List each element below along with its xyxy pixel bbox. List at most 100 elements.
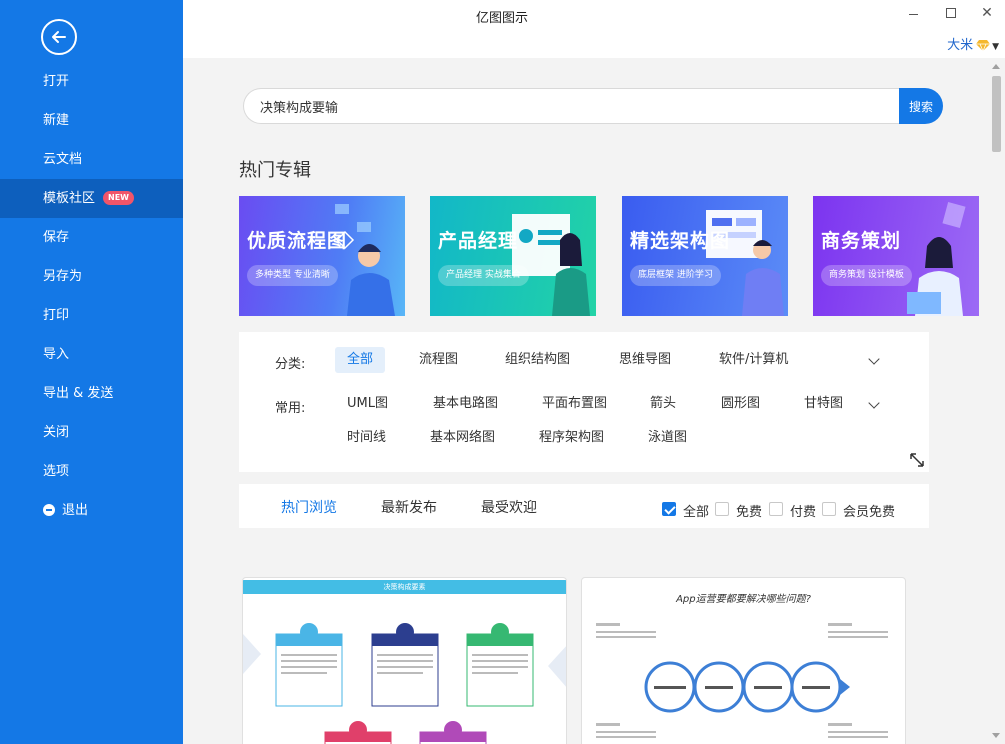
maximize-icon[interactable] bbox=[944, 6, 958, 20]
checkbox-paid-label: 付费 bbox=[790, 505, 817, 520]
menu-new-label: 新建 bbox=[43, 113, 70, 128]
chevron-down-icon[interactable] bbox=[869, 355, 881, 367]
menu-import[interactable]: 导入 bbox=[0, 335, 183, 374]
search-bar: 搜索 bbox=[243, 88, 943, 124]
product-manager-illustration-icon bbox=[512, 214, 590, 316]
menu-export-send[interactable]: 导出 & 发送 bbox=[0, 374, 183, 413]
banner-architecture-subtitle: 底层框架 进阶学习 bbox=[630, 265, 721, 286]
common-uml[interactable]: UML图 bbox=[335, 391, 400, 417]
vip-diamond-icon bbox=[976, 40, 991, 51]
tab-latest[interactable]: 最新发布 bbox=[381, 497, 437, 517]
banner-architecture-title: 精选架构图 bbox=[630, 230, 731, 252]
banner-business-planning-title: 商务策划 bbox=[821, 230, 902, 252]
vertical-scrollbar[interactable] bbox=[988, 58, 1005, 744]
checkbox-all[interactable] bbox=[662, 502, 676, 516]
menu-save[interactable]: 保存 bbox=[0, 218, 183, 257]
common-circuit[interactable]: 基本电路图 bbox=[421, 391, 510, 417]
common-arrow[interactable]: 箭头 bbox=[638, 391, 688, 417]
template-card[interactable]: 决策构成要素 bbox=[242, 577, 567, 744]
app-title: 亿图图示 bbox=[475, 11, 528, 26]
menu-export-send-label: 导出 & 发送 bbox=[43, 386, 114, 401]
new-badge: NEW bbox=[103, 190, 134, 205]
template-preview-image bbox=[596, 623, 888, 738]
menu-open-label: 打开 bbox=[43, 74, 70, 89]
banner-product-manager-title: 产品经理 bbox=[438, 230, 519, 252]
checkbox-all-label: 全部 bbox=[683, 505, 710, 520]
tab-popular[interactable]: 最受欢迎 bbox=[481, 497, 537, 517]
banner-flowchart-subtitle: 多种类型 专业清晰 bbox=[247, 265, 338, 286]
category-mind-map[interactable]: 思维导图 bbox=[607, 347, 683, 373]
tab-hot[interactable]: 热门浏览 bbox=[281, 497, 337, 517]
menu-template-community[interactable]: 模板社区 NEW bbox=[0, 179, 183, 218]
menu-save-as[interactable]: 另存为 bbox=[0, 257, 183, 296]
banner-product-manager-subtitle: 产品经理 实战集合 bbox=[438, 265, 529, 286]
common-circular[interactable]: 圆形图 bbox=[709, 391, 772, 417]
menu-exit-label: 退出 bbox=[62, 503, 89, 518]
common-floor-plan[interactable]: 平面布置图 bbox=[530, 391, 619, 417]
checkbox-paid[interactable] bbox=[769, 502, 783, 516]
menu-options-label: 选项 bbox=[43, 464, 70, 479]
search-button[interactable]: 搜索 bbox=[899, 88, 943, 124]
menu-cloud-docs[interactable]: 云文档 bbox=[0, 140, 183, 179]
common-program-arch[interactable]: 程序架构图 bbox=[527, 425, 616, 451]
category-flowchart[interactable]: 流程图 bbox=[407, 347, 470, 373]
menu-print-label: 打印 bbox=[43, 308, 70, 323]
filter-panel: 分类: 全部 流程图 组织结构图 思维导图 软件/计算机 常用: UML图 基本… bbox=[239, 332, 929, 472]
category-org-chart[interactable]: 组织结构图 bbox=[493, 347, 582, 373]
menu-exit[interactable]: 退出 bbox=[0, 491, 183, 530]
business-planning-illustration-icon bbox=[907, 202, 966, 316]
menu-close[interactable]: 关闭 bbox=[0, 413, 183, 452]
minimize-icon[interactable] bbox=[907, 6, 921, 20]
category-software[interactable]: 软件/计算机 bbox=[707, 347, 800, 373]
template-card[interactable]: App运营要都要解决哪些问题? bbox=[581, 577, 906, 744]
menu-open[interactable]: 打开 bbox=[0, 62, 183, 101]
common-network[interactable]: 基本网络图 bbox=[418, 425, 507, 451]
menu-options[interactable]: 选项 bbox=[0, 452, 183, 491]
template-card-title: 决策构成要素 bbox=[243, 580, 566, 594]
menu-save-label: 保存 bbox=[43, 230, 70, 245]
banner-architecture[interactable]: 精选架构图 底层框架 进阶学习 bbox=[622, 196, 788, 316]
user-menu[interactable]: 大米 ▼ bbox=[947, 34, 999, 53]
banner-flowchart[interactable]: 优质流程图 多种类型 专业清晰 bbox=[239, 196, 405, 316]
menu-new[interactable]: 新建 bbox=[0, 101, 183, 140]
file-menu: 打开 新建 云文档 模板社区 NEW 保存 另存为 打印 导入 导出 & 发送 关… bbox=[0, 62, 183, 530]
close-icon[interactable]: ✕ bbox=[980, 6, 994, 20]
menu-save-as-label: 另存为 bbox=[43, 269, 83, 284]
common-gantt[interactable]: 甘特图 bbox=[792, 391, 855, 417]
common-timeline[interactable]: 时间线 bbox=[335, 425, 398, 451]
chevron-down-icon[interactable] bbox=[869, 399, 881, 411]
menu-template-community-label: 模板社区 bbox=[43, 191, 96, 206]
menu-close-label: 关闭 bbox=[43, 425, 70, 440]
sidebar: 打开 新建 云文档 模板社区 NEW 保存 另存为 打印 导入 导出 & 发送 关… bbox=[0, 0, 183, 744]
template-card-title: App运营要都要解决哪些问题? bbox=[676, 594, 811, 605]
menu-cloud-docs-label: 云文档 bbox=[43, 152, 83, 167]
scroll-thumb[interactable] bbox=[992, 76, 1001, 152]
common-label: 常用: bbox=[275, 401, 306, 416]
checkbox-free-label: 免费 bbox=[736, 505, 763, 520]
scroll-up-icon[interactable] bbox=[992, 64, 1000, 69]
exit-icon bbox=[43, 503, 55, 516]
flowchart-illustration-icon bbox=[335, 204, 395, 316]
scroll-down-icon[interactable] bbox=[992, 733, 1000, 738]
hot-albums-title: 热门专辑 bbox=[239, 160, 311, 181]
arrow-left-icon bbox=[52, 31, 66, 43]
common-swimlane[interactable]: 泳道图 bbox=[636, 425, 699, 451]
title-bar: 亿图图示 ✕ 大米 ▼ bbox=[183, 0, 1005, 58]
expand-icon[interactable] bbox=[909, 452, 925, 468]
checkbox-member-free[interactable] bbox=[822, 502, 836, 516]
search-input[interactable] bbox=[243, 88, 903, 124]
category-all[interactable]: 全部 bbox=[335, 347, 386, 373]
back-arrow-icon[interactable] bbox=[41, 19, 77, 55]
menu-import-label: 导入 bbox=[43, 347, 70, 362]
menu-print[interactable]: 打印 bbox=[0, 296, 183, 335]
category-label: 分类: bbox=[275, 357, 306, 372]
banner-business-planning-subtitle: 商务策划 设计模板 bbox=[821, 265, 912, 286]
banner-flowchart-title: 优质流程图 bbox=[247, 230, 348, 252]
user-name: 大米 bbox=[947, 38, 974, 53]
banner-business-planning[interactable]: 商务策划 商务策划 设计模板 bbox=[813, 196, 979, 316]
banner-product-manager[interactable]: 产品经理 产品经理 实战集合 bbox=[430, 196, 596, 316]
architecture-illustration-icon bbox=[706, 210, 784, 316]
sort-bar: 热门浏览 最新发布 最受欢迎 全部 免费 付费 会员免费 bbox=[239, 484, 929, 528]
template-preview-image bbox=[243, 623, 566, 744]
checkbox-free[interactable] bbox=[715, 502, 729, 516]
